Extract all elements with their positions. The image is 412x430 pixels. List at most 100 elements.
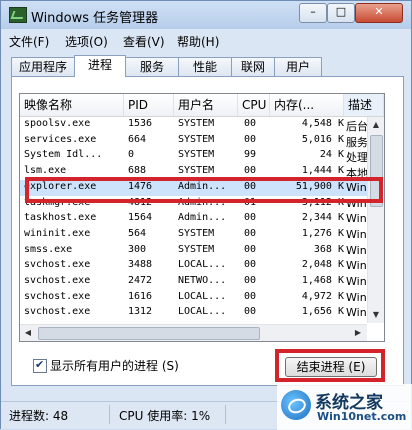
horizontal-scrollbar[interactable]: ◀ ▶ [20,324,367,341]
cell-memory: 1,656 K [301,306,344,318]
tab-performance[interactable]: 性能 [178,57,232,76]
cell-cpu: 00 [244,212,257,224]
end-process-highlight: 结束进程 (E) [275,349,385,382]
cell-user: Admin... [178,212,227,224]
cell-cpu: 00 [244,290,257,302]
maximize-button[interactable]: □ [327,3,355,23]
process-row[interactable]: taskmgr.exe 4812 Admin... 01 3,112 K Win [20,196,368,212]
process-row[interactable]: spoolsv.exe 1536 SYSTEM 00 4,548 K 后台 [20,117,368,133]
cell-user: SYSTEM [178,243,215,255]
scroll-right-icon[interactable]: ▶ [350,325,366,341]
cell-user: SYSTEM [178,118,215,129]
cell-user: SYSTEM [178,227,215,239]
title-bar[interactable]: Windows 任务管理器 – □ ✕ [1,1,411,29]
scroll-left-icon[interactable]: ◀ [20,325,36,341]
process-row[interactable]: wininit.exe 564 SYSTEM 00 1,276 K Win [20,227,368,243]
column-image-name[interactable]: 映像名称 [20,94,124,116]
scroll-down-icon[interactable]: ▼ [368,307,384,323]
cell-user: Admin... [178,180,227,192]
cell-description: Win [346,275,367,288]
cell-pid: 1476 [128,180,153,192]
cpu-usage: CPU 使用率: 1% [119,409,211,423]
cell-description: Win [346,212,367,226]
horizontal-scroll-thumb[interactable] [38,327,260,340]
cell-description: 处理 [346,151,368,165]
cell-memory: 2,048 K [301,259,344,271]
end-process-button[interactable]: 结束进程 (E) [285,357,377,377]
column-user-name[interactable]: 用户名 [174,94,238,116]
cell-cpu: 00 [244,165,257,177]
cell-description: Win [346,227,367,241]
status-divider [225,405,226,424]
cell-memory: 368 K [313,243,344,255]
process-row[interactable]: svchost.exe 1616 LOCAL... 00 4,972 K Win [20,290,368,306]
cell-pid: 300 [128,243,147,255]
process-row[interactable]: System Idl... 0 SYSTEM 99 24 K 处理 [20,148,368,164]
process-row[interactable]: svchost.exe 1312 LOCAL... 00 1,656 K Win [20,305,368,321]
menu-view[interactable]: 查看(V) [123,33,165,50]
cell-memory: 2,344 K [301,212,344,224]
cell-memory: 4,972 K [301,290,344,302]
column-description[interactable]: 描述 [344,94,384,116]
cell-user: NETWO... [178,275,227,286]
menu-options[interactable]: 选项(O) [65,33,108,50]
column-cpu[interactable]: CPU [238,94,270,116]
cell-pid: 688 [128,165,147,177]
task-manager-icon [9,7,27,23]
cell-description: Win [346,243,367,257]
process-list[interactable]: 映像名称 PID 用户名 CPU 内存(... 描述 spoolsv.exe 15… [19,93,385,342]
tab-processes[interactable]: 进程 [74,55,126,77]
tab-services[interactable]: 服务 [125,57,179,76]
cell-image-name: wininit.exe [24,227,91,239]
cell-description: Win [346,180,367,194]
process-row[interactable]: services.exe 664 SYSTEM 00 5,016 K 服务 [20,133,368,149]
cell-cpu: 01 [244,196,257,208]
watermark-logo-icon [281,390,311,420]
tab-users[interactable]: 用户 [274,57,322,76]
process-row[interactable]: lsm.exe 688 SYSTEM 00 1,444 K 本地 [20,164,368,180]
cell-pid: 3488 [128,259,153,271]
cell-cpu: 00 [244,275,257,286]
process-row[interactable]: smss.exe 300 SYSTEM 00 368 K Win [20,243,368,259]
tab-networking[interactable]: 联网 [231,57,275,76]
cell-description: Win [346,306,367,320]
cell-pid: 1536 [128,118,153,129]
cell-description: 本地 [346,167,368,181]
show-all-users-label: 显示所有用户的进程 (S) [50,359,179,373]
cell-memory: 3,112 K [301,196,344,208]
cell-cpu: 00 [244,227,257,239]
cell-image-name: taskhost.exe [24,212,97,224]
cell-memory: 1,468 K [301,275,344,286]
cell-pid: 664 [128,133,147,145]
cell-image-name: lsm.exe [24,165,67,177]
cell-description: 服务 [346,135,368,149]
cell-user: Admin... [178,196,227,208]
column-memory[interactable]: 内存(... [270,94,344,116]
vertical-scroll-thumb[interactable] [370,135,383,207]
cell-pid: 564 [128,227,147,239]
menu-help[interactable]: 帮助(H) [177,33,219,50]
cell-cpu: 00 [244,118,257,129]
process-row[interactable]: explorer.exe 1476 Admin... 00 51,900 K Win [20,179,368,196]
process-row[interactable]: taskhost.exe 1564 Admin... 00 2,344 K Win [20,211,368,227]
cell-user: SYSTEM [178,133,215,145]
cell-image-name: smss.exe [24,243,73,255]
cell-cpu: 00 [244,306,257,318]
checkbox-icon[interactable] [33,358,47,373]
tab-applications[interactable]: 应用程序 [11,57,75,76]
column-pid[interactable]: PID [124,94,174,116]
cell-image-name: svchost.exe [24,306,91,318]
menu-file[interactable]: 文件(F) [9,33,49,50]
cell-image-name: spoolsv.exe [24,118,91,129]
process-row[interactable]: svchost.exe 3488 LOCAL... 00 2,048 K Win [20,258,368,274]
close-button[interactable]: ✕ [355,3,403,23]
cell-description: Win [346,290,367,304]
watermark-url: Win10net.com [317,410,407,423]
cell-image-name: svchost.exe [24,259,91,271]
process-row[interactable]: svchost.exe 2472 NETWO... 00 1,468 K Win [20,274,368,290]
minimize-button[interactable]: – [299,3,327,23]
scroll-up-icon[interactable]: ▲ [368,117,384,133]
vertical-scrollbar[interactable]: ▲ ▼ [367,117,384,323]
cell-cpu: 00 [244,133,257,145]
status-divider [109,405,110,424]
